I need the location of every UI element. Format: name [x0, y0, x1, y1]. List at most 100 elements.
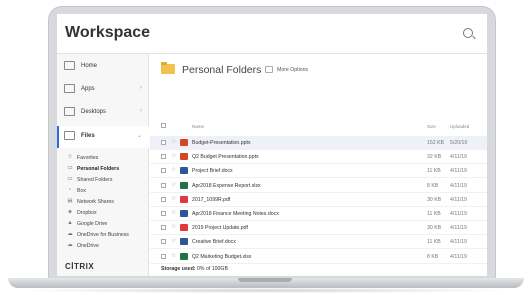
sidebar-item-shared-folders[interactable]: ▭ Shared Folders — [57, 174, 149, 185]
folder-icon: ▭ — [67, 165, 73, 171]
star-icon: ☆ — [67, 154, 73, 160]
shared-folder-icon: ▭ — [67, 176, 73, 182]
file-size: 11 KB — [427, 211, 441, 217]
sidebar-item-label: Network Shares — [77, 199, 114, 205]
file-uploaded-date: 4/11/19 — [450, 225, 467, 232]
sidebar-item-label: Google Drive — [77, 221, 108, 227]
file-name[interactable]: Q2 Budget Presentation.pptx — [192, 154, 259, 160]
sidebar-item-network-shares[interactable]: ▤ Network Shares — [57, 196, 149, 207]
favorite-star-icon[interactable]: ☆ — [171, 152, 176, 159]
column-header-name[interactable]: Name — [192, 124, 204, 129]
table-row[interactable]: ☆ Project Brief.docx 11 KB 4/11/19 — [150, 164, 487, 179]
xls-file-icon — [180, 181, 188, 189]
favorite-star-icon[interactable]: ☆ — [171, 237, 176, 244]
desktop-icon — [64, 107, 75, 116]
nav-item-files[interactable]: Files ⌄ — [57, 126, 149, 148]
nav-label: Home — [81, 63, 98, 69]
table-row[interactable]: ☆ 2019 Project Update.pdf 30 KB 4/11/19 — [150, 221, 487, 236]
file-uploaded-date: 4/11/19 — [450, 182, 467, 189]
sidebar-item-google-drive[interactable]: ▲ Google Drive — [57, 218, 149, 229]
row-checkbox[interactable] — [161, 196, 166, 202]
folder-icon — [161, 62, 175, 74]
favorite-star-icon[interactable]: ☆ — [171, 252, 176, 259]
file-uploaded-date: 5/20/19 — [450, 140, 468, 146]
apps-icon — [64, 84, 75, 93]
sidebar-item-label: Favorites — [77, 155, 99, 161]
file-name[interactable]: 2019 Project Update.pdf — [192, 225, 248, 231]
favorite-star-icon[interactable]: ☆ — [171, 138, 176, 145]
main-panel: Personal Folders More Options Name Size … — [150, 54, 487, 276]
sidebar-item-label: OneDrive for Business — [77, 232, 129, 238]
sidebar-item-personal-folders[interactable]: ▭ Personal Folders — [57, 163, 149, 174]
table-row[interactable]: ☆ Budget-Presentation.pptx 152 KB 5/20/19 — [150, 136, 487, 150]
search-icon[interactable] — [463, 28, 473, 38]
table-row[interactable]: ☆ Apr2018 Finance Meeting Notes.docx 11 KB… — [150, 207, 487, 221]
row-checkbox[interactable] — [161, 140, 166, 145]
table-row[interactable]: ☆ Q2 Budget Presentation.pptx 32 KB 4/11/19 — [150, 150, 487, 165]
row-checkbox[interactable] — [161, 154, 166, 160]
sidebar-item-onedrive[interactable]: ☁ OneDrive — [57, 240, 149, 251]
sidebar-item-dropbox[interactable]: ◈ Dropbox — [57, 207, 149, 218]
file-uploaded-date: 4/11/19 — [450, 253, 467, 260]
sidebar-item-label: Box — [77, 188, 86, 194]
table-row[interactable]: ☆ Creative Brief.docx 11 KB 4/11/19 — [150, 235, 487, 250]
file-name[interactable]: Creative Brief.docx — [192, 239, 236, 245]
sidebar: Home Apps › Desktops › Files ⌄ ☆ Favorit… — [57, 54, 149, 276]
laptop-notch — [238, 278, 292, 282]
file-name[interactable]: Budget-Presentation.pptx — [192, 140, 251, 146]
favorite-star-icon[interactable]: ☆ — [171, 181, 176, 188]
file-size: 30 KB — [427, 196, 442, 203]
nav-item-desktops[interactable]: Desktops › — [57, 102, 149, 122]
file-name[interactable]: Apr2018 Finance Meeting Notes.docx — [192, 211, 279, 217]
file-size: 32 KB — [427, 154, 442, 161]
storage-status: Storage used: 0% of 100GB — [150, 266, 487, 276]
file-name[interactable]: Apr2018 Expense Report.xlsx — [192, 183, 261, 189]
row-checkbox[interactable] — [161, 225, 166, 231]
favorite-star-icon[interactable]: ☆ — [171, 209, 176, 216]
column-header-size[interactable]: Size — [427, 124, 436, 129]
pdf-file-icon — [180, 224, 188, 232]
row-checkbox[interactable] — [161, 239, 166, 245]
ppt-file-icon — [180, 153, 188, 161]
file-name[interactable]: Project Brief.docx — [192, 168, 233, 174]
sidebar-item-favorites[interactable]: ☆ Favorites — [57, 152, 149, 163]
google-drive-icon: ▲ — [67, 220, 73, 226]
table-row[interactable]: ☆ Apr2018 Expense Report.xlsx 8 KB 4/11/19 — [150, 179, 487, 193]
storage-label: Storage used: — [161, 266, 196, 272]
sidebar-item-box[interactable]: ▫ Box — [57, 185, 149, 196]
nav-label: Files — [81, 133, 95, 139]
chevron-right-icon: › — [140, 85, 142, 91]
screen: Workspace Home Apps › Desktops › Files ⌄… — [57, 14, 487, 276]
sidebar-item-onedrive-business[interactable]: ☁ OneDrive for Business — [57, 229, 149, 240]
chevron-down-icon: ⌄ — [136, 133, 142, 139]
sidebar-item-label: Shared Folders — [77, 177, 113, 183]
ppt-file-icon — [180, 139, 188, 146]
file-uploaded-date: 4/11/19 — [450, 154, 467, 161]
file-size: 152 KB — [427, 140, 445, 146]
favorite-star-icon[interactable]: ☆ — [171, 166, 176, 173]
sidebar-item-label: Dropbox — [77, 210, 97, 216]
file-name[interactable]: Q2 Marketing Budget.xlsx — [192, 254, 251, 260]
file-size: 8 KB — [427, 253, 439, 260]
file-uploaded-date: 4/11/19 — [450, 239, 467, 246]
nav-label: Apps — [81, 86, 95, 92]
more-options-button[interactable]: More Options — [277, 67, 308, 73]
nav-item-home[interactable]: Home — [57, 56, 149, 76]
table-row[interactable]: ☆ 2017_1099R.pdf 30 KB 4/11/19 — [150, 193, 487, 207]
page-title: Personal Folders — [182, 64, 262, 76]
favorite-star-icon[interactable]: ☆ — [171, 223, 176, 230]
row-checkbox[interactable] — [161, 168, 166, 174]
file-name[interactable]: 2017_1099R.pdf — [192, 197, 230, 203]
table-row[interactable]: ☆ Q2 Marketing Budget.xlsx 8 KB 4/11/19 — [150, 250, 487, 264]
nav-item-apps[interactable]: Apps › — [57, 79, 149, 99]
network-icon: ▤ — [67, 198, 73, 204]
row-checkbox[interactable] — [161, 211, 166, 216]
file-size: 11 KB — [427, 168, 441, 175]
row-checkbox[interactable] — [161, 182, 166, 188]
column-header-uploaded[interactable]: Uploaded — [450, 124, 469, 129]
select-all-checkbox[interactable] — [161, 123, 166, 128]
row-checkbox[interactable] — [161, 253, 166, 259]
favorite-star-icon[interactable]: ☆ — [171, 195, 176, 202]
storage-value: 0% of 100GB — [197, 266, 228, 272]
more-options-checkbox[interactable] — [265, 66, 273, 73]
